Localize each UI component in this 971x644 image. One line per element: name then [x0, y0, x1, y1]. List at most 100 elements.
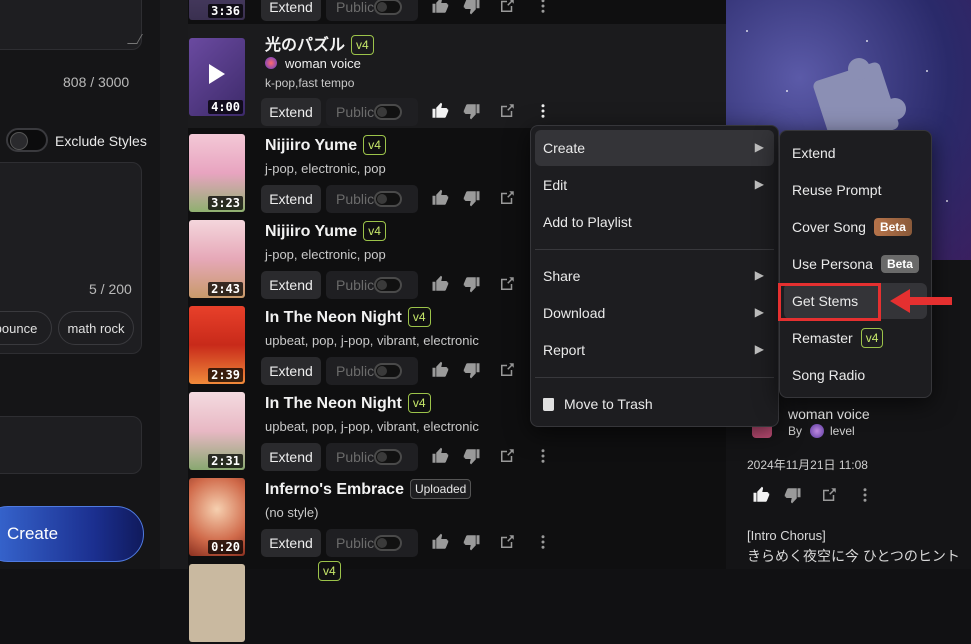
more-options-icon[interactable]: [534, 447, 552, 465]
menu-item-report[interactable]: Report ▶: [535, 332, 774, 368]
song-thumbnail[interactable]: 0:20: [189, 478, 245, 556]
song-row[interactable]: 4:00 光のパズル v4 woman voice k-pop,fast temp…: [188, 24, 726, 128]
submenu-item-remaster[interactable]: Remaster v4: [784, 320, 927, 356]
public-toggle[interactable]: Public: [326, 98, 418, 126]
submenu-item-extend[interactable]: Extend: [784, 135, 927, 171]
extend-button[interactable]: Extend: [261, 357, 321, 385]
public-toggle[interactable]: Public: [326, 529, 418, 557]
thumbs-up-icon[interactable]: [431, 0, 449, 15]
thumbs-down-icon[interactable]: [463, 361, 481, 379]
extend-button[interactable]: Extend: [261, 271, 321, 299]
share-icon[interactable]: [498, 0, 516, 15]
extend-button[interactable]: Extend: [261, 529, 321, 557]
share-icon[interactable]: [498, 102, 516, 120]
more-options-icon[interactable]: [534, 102, 552, 120]
public-switch[interactable]: [374, 191, 402, 207]
share-icon[interactable]: [498, 447, 516, 465]
menu-item-edit[interactable]: Edit ▶: [535, 167, 774, 203]
persona-line[interactable]: woman voice: [265, 56, 361, 71]
song-thumbnail[interactable]: 3:23: [189, 134, 245, 212]
play-icon[interactable]: [209, 64, 225, 84]
menu-item-create[interactable]: Create ▶: [535, 130, 774, 166]
thumbs-down-icon[interactable]: [463, 189, 481, 207]
thumbs-up-icon[interactable]: [431, 189, 449, 207]
thumbs-up-icon[interactable]: [431, 102, 449, 120]
public-switch[interactable]: [374, 0, 402, 15]
song-thumbnail[interactable]: [189, 564, 245, 642]
username[interactable]: level: [830, 424, 855, 438]
public-toggle[interactable]: Public: [326, 0, 418, 21]
menu-item-move-to-trash[interactable]: Move to Trash: [535, 386, 774, 422]
thumbs-up-icon[interactable]: [752, 486, 770, 504]
thumbs-up-icon[interactable]: [431, 533, 449, 551]
style-chip-math-rock[interactable]: math rock: [58, 311, 134, 345]
public-switch[interactable]: [374, 363, 402, 379]
song-title[interactable]: Nijiiro Yume v4: [265, 221, 386, 241]
thumbs-up-icon[interactable]: [431, 361, 449, 379]
exclude-styles-toggle[interactable]: [6, 128, 48, 152]
prompt-textarea[interactable]: [0, 0, 142, 50]
submenu-item-song-radio[interactable]: Song Radio: [784, 357, 927, 393]
thumbs-up-icon[interactable]: [431, 275, 449, 293]
menu-item-share[interactable]: Share ▶: [535, 258, 774, 294]
thumbs-down-icon[interactable]: [463, 0, 481, 15]
more-options-icon[interactable]: [534, 533, 552, 551]
more-options-icon[interactable]: [534, 0, 552, 15]
menu-item-download[interactable]: Download ▶: [535, 295, 774, 331]
extend-button[interactable]: Extend: [261, 0, 321, 21]
persona-name[interactable]: woman voice: [788, 406, 870, 422]
share-icon[interactable]: [498, 275, 516, 293]
style-chip-bounce[interactable]: bounce: [0, 311, 52, 345]
public-toggle[interactable]: Public: [326, 185, 418, 213]
song-thumbnail[interactable]: 2:43: [189, 220, 245, 298]
song-title[interactable]: In The Neon Night v4: [265, 393, 431, 413]
song-row[interactable]: 3:36 Extend Public: [188, 0, 726, 22]
menu-item-label: Add to Playlist: [543, 214, 632, 230]
public-toggle[interactable]: Public: [326, 271, 418, 299]
song-title[interactable]: 光のパズル v4: [265, 31, 374, 55]
menu-item-label: Create: [543, 140, 586, 156]
public-switch[interactable]: [374, 535, 402, 551]
song-row[interactable]: 0:20 Inferno's Embrace Uploaded (no style…: [188, 472, 726, 558]
song-thumbnail[interactable]: 2:39: [189, 306, 245, 384]
thumbs-down-icon[interactable]: [463, 447, 481, 465]
song-thumbnail[interactable]: 4:00: [189, 38, 245, 116]
song-title-text: Nijiiro Yume: [265, 223, 358, 240]
song-row[interactable]: v4: [188, 558, 726, 644]
extend-button[interactable]: Extend: [261, 443, 321, 471]
song-title[interactable]: In The Neon Night v4: [265, 307, 431, 327]
public-toggle[interactable]: Public: [326, 443, 418, 471]
song-title[interactable]: Nijiiro Yume v4: [265, 135, 386, 155]
public-toggle[interactable]: Public: [326, 357, 418, 385]
share-icon[interactable]: [498, 533, 516, 551]
public-switch[interactable]: [374, 104, 402, 120]
thumbs-up-icon[interactable]: [431, 447, 449, 465]
user-avatar[interactable]: [810, 424, 824, 438]
share-icon[interactable]: [498, 361, 516, 379]
song-title[interactable]: v4: [265, 561, 341, 581]
thumbs-down-icon[interactable]: [463, 533, 481, 551]
menu-item-add-to-playlist[interactable]: Add to Playlist: [535, 204, 774, 240]
submenu-item-reuse-prompt[interactable]: Reuse Prompt: [784, 172, 927, 208]
song-title[interactable]: Inferno's Embrace Uploaded: [265, 479, 472, 499]
more-options-icon[interactable]: [856, 486, 874, 504]
song-thumbnail[interactable]: 2:31: [189, 392, 245, 470]
submenu-item-cover-song[interactable]: Cover Song Beta: [784, 209, 927, 245]
extend-button[interactable]: Extend: [261, 98, 321, 126]
song-tags: (no style): [265, 505, 319, 520]
submenu-item-use-persona[interactable]: Use Persona Beta: [784, 246, 927, 282]
public-switch[interactable]: [374, 449, 402, 465]
thumbs-down-icon[interactable]: [463, 102, 481, 120]
song-duration: 2:43: [208, 282, 243, 296]
title-input[interactable]: [0, 416, 142, 474]
extend-button[interactable]: Extend: [261, 185, 321, 213]
thumbs-down-icon[interactable]: [784, 486, 802, 504]
create-button[interactable]: Create: [0, 506, 144, 562]
persona-name: woman voice: [285, 56, 361, 71]
share-icon[interactable]: [498, 189, 516, 207]
public-switch[interactable]: [374, 277, 402, 293]
song-title-text: Inferno's Embrace: [265, 481, 404, 498]
thumbs-down-icon[interactable]: [463, 275, 481, 293]
song-thumbnail[interactable]: 3:36: [189, 0, 245, 20]
share-icon[interactable]: [820, 486, 838, 504]
